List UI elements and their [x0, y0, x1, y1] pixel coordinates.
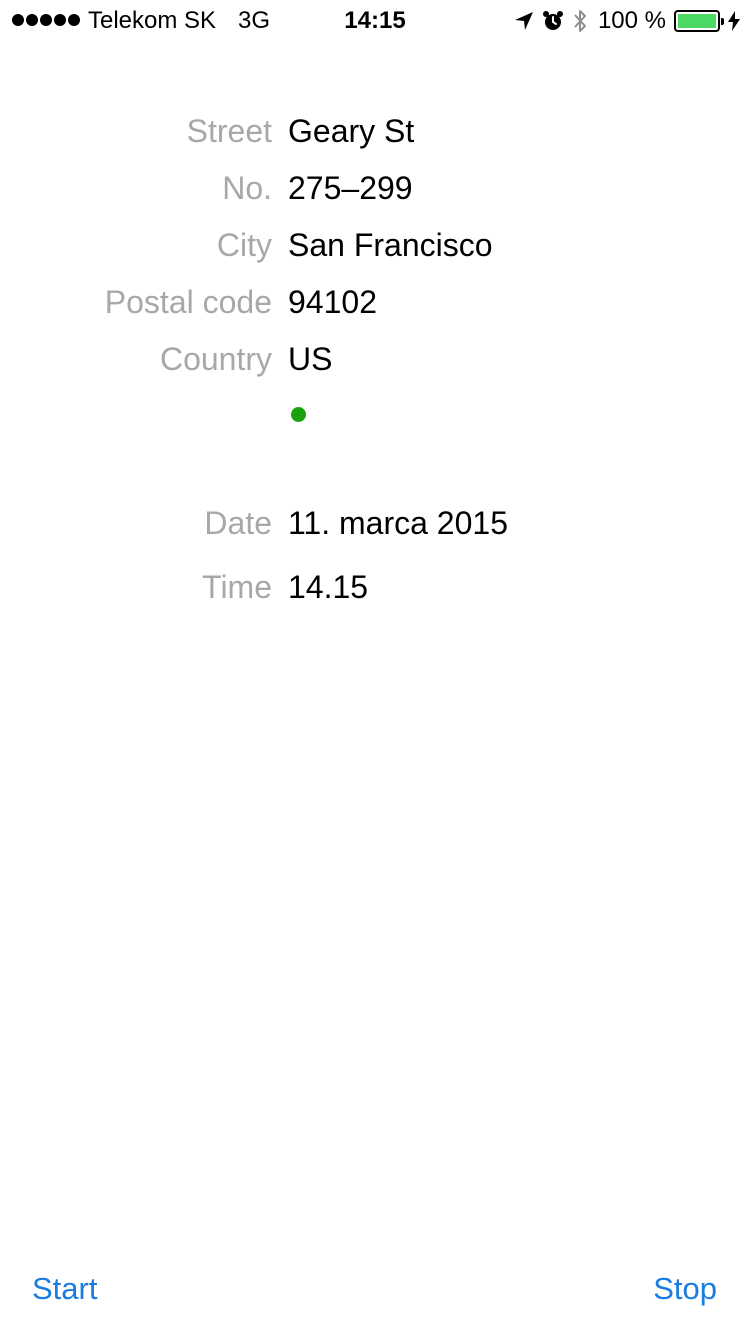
- postal-code-label: Postal code: [104, 284, 272, 320]
- date-value: 11. marca 2015: [288, 505, 508, 541]
- start-button[interactable]: Start: [32, 1268, 97, 1310]
- status-indicator-dot: [291, 407, 306, 422]
- date-label: Date: [204, 505, 272, 541]
- street-row: Street Geary St: [0, 107, 750, 155]
- battery-level-fill: [678, 14, 716, 28]
- time-row: Time 14.15: [0, 563, 750, 611]
- city-label: City: [216, 227, 272, 263]
- time-value: 14.15: [288, 569, 369, 605]
- battery-icon: [674, 10, 724, 32]
- country-label: Country: [159, 341, 272, 377]
- status-bar: Telekom SK 3G 14:15 100 %: [0, 0, 750, 40]
- bluetooth-icon: [574, 10, 586, 32]
- battery-percent: 100 %: [597, 7, 666, 34]
- country-row: Country US: [0, 335, 750, 383]
- screen: Telekom SK 3G 14:15 100 % Street Geary S…: [0, 0, 750, 1334]
- time-label: Time: [202, 569, 272, 605]
- postal-code-row: Postal code 94102: [0, 278, 750, 326]
- stop-button[interactable]: Stop: [653, 1268, 717, 1310]
- number-row: No. 275–299: [0, 164, 750, 212]
- alarm-clock-icon: [542, 11, 563, 30]
- postal-code-value: 94102: [288, 284, 377, 320]
- number-value: 275–299: [288, 170, 413, 206]
- charging-bolt-icon: [728, 11, 740, 31]
- location-arrow-icon: [514, 12, 533, 30]
- city-row: City San Francisco: [0, 221, 750, 269]
- date-row: Date 11. marca 2015: [0, 499, 750, 547]
- street-value: Geary St: [288, 113, 415, 149]
- number-label: No.: [222, 170, 272, 206]
- country-value: US: [288, 341, 333, 377]
- street-label: Street: [186, 113, 272, 149]
- status-right-icons: 100 %: [514, 6, 740, 36]
- city-value: San Francisco: [288, 227, 493, 263]
